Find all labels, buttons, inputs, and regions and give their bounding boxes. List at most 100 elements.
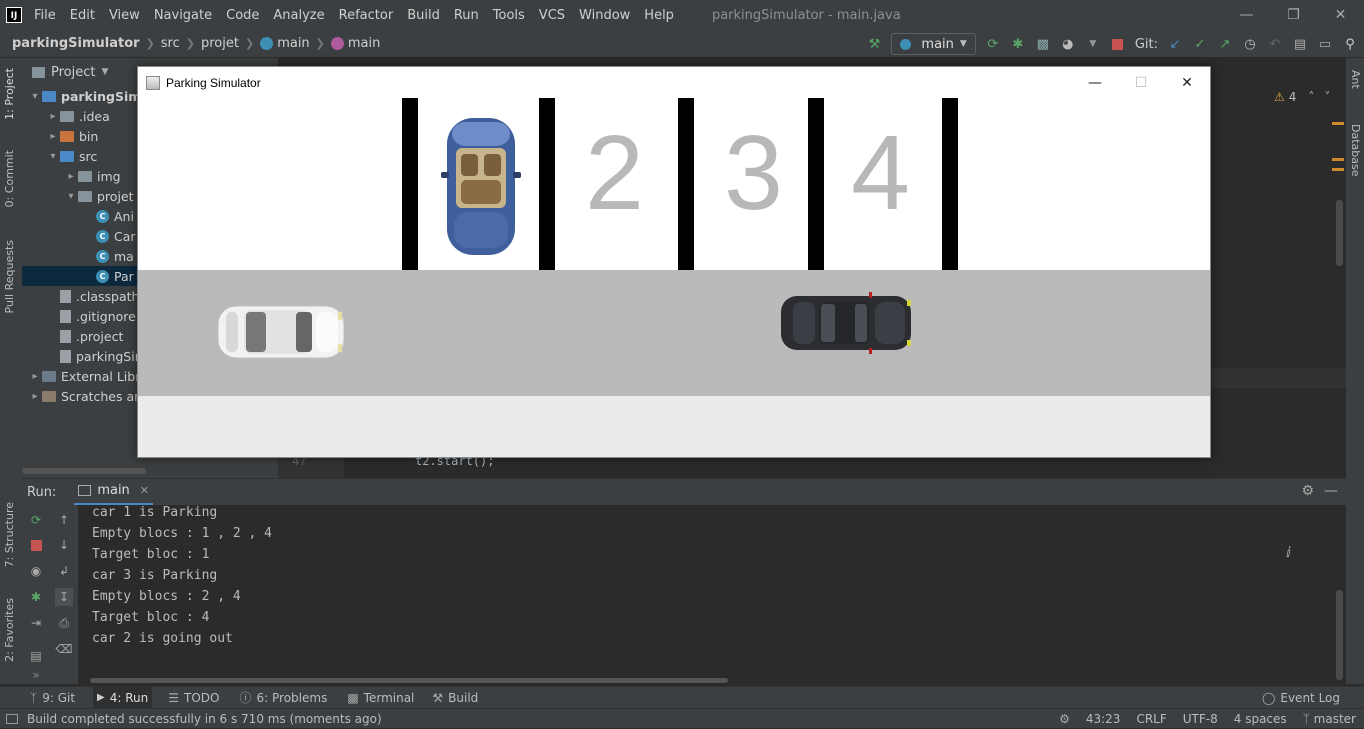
- status-message[interactable]: Build completed successfully in 6 s 710 …: [27, 712, 382, 726]
- chevron-up-icon[interactable]: ˄: [1308, 90, 1314, 104]
- terminal-tool-tab[interactable]: ▩ Terminal: [343, 687, 418, 709]
- minimize-button[interactable]: —: [1223, 0, 1270, 30]
- chevron-down-icon[interactable]: ▼: [101, 67, 108, 77]
- rerun-icon[interactable]: ⟳: [985, 36, 1001, 52]
- pull-requests-tool-tab[interactable]: Pull Requests: [3, 240, 16, 313]
- breadcrumb-project[interactable]: parkingSimulator: [12, 36, 140, 51]
- menu-refactor[interactable]: Refactor: [339, 8, 394, 23]
- menu-file[interactable]: File: [34, 8, 56, 23]
- search-everywhere-icon[interactable]: ⚲: [1342, 36, 1358, 52]
- favorites-tool-tab[interactable]: 2: Favorites: [3, 598, 16, 662]
- breadcrumb-main-class[interactable]: main: [277, 36, 309, 51]
- expand-arrow-icon[interactable]: ▾: [28, 91, 42, 102]
- close-button[interactable]: ✕: [1317, 0, 1364, 30]
- scroll-down-icon[interactable]: ↓: [55, 536, 73, 554]
- file-encoding[interactable]: UTF-8: [1183, 712, 1218, 726]
- collapse-arrow-icon[interactable]: ▸: [28, 391, 42, 402]
- toggle-tool-windows-icon[interactable]: [6, 713, 18, 724]
- expand-arrow-icon[interactable]: ▾: [46, 151, 60, 162]
- more-run-chevron-icon[interactable]: ▼: [1085, 36, 1101, 52]
- layout-icon[interactable]: ▤: [27, 647, 45, 665]
- problems-tool-tab[interactable]: ⓘ 6: Problems: [236, 687, 332, 709]
- stop-icon[interactable]: [27, 536, 45, 554]
- build-hammer-icon[interactable]: ⚒: [866, 36, 882, 52]
- close-tab-icon[interactable]: ✕: [140, 484, 149, 497]
- structure-tool-tab[interactable]: 7: Structure: [3, 502, 16, 567]
- menu-build[interactable]: Build: [407, 8, 440, 23]
- event-log-tool-tab[interactable]: ◯ Event Log: [1258, 687, 1344, 709]
- git-update-icon[interactable]: ↙: [1167, 36, 1183, 52]
- menu-vcs[interactable]: VCS: [539, 8, 565, 23]
- project-structure-icon[interactable]: ▤: [1292, 36, 1308, 52]
- commit-tool-tab[interactable]: 0: Commit: [3, 150, 16, 207]
- sim-minimize-button[interactable]: —: [1072, 67, 1118, 98]
- hide-panel-icon[interactable]: —: [1324, 483, 1338, 499]
- scroll-to-end-icon[interactable]: ↧: [55, 588, 73, 606]
- console-horizontal-scrollbar[interactable]: [90, 678, 728, 683]
- git-branch-name: master: [1313, 712, 1356, 726]
- exit-icon[interactable]: ⇥: [27, 614, 45, 632]
- collapse-arrow-icon[interactable]: ▸: [46, 111, 60, 122]
- chevron-down-icon[interactable]: ˅: [1324, 90, 1330, 104]
- soft-wrap-icon[interactable]: ↲: [55, 562, 73, 580]
- tree-item-label: External Libra: [61, 368, 149, 384]
- project-tool-tab[interactable]: 1: Project: [3, 68, 16, 120]
- breadcrumb-main-method[interactable]: main: [348, 36, 380, 51]
- git-push-icon[interactable]: ↗: [1217, 36, 1233, 52]
- stop-icon[interactable]: [1110, 36, 1126, 52]
- background-tasks-icon[interactable]: ⚙: [1059, 712, 1070, 726]
- more-chevron-icon[interactable]: »: [27, 666, 45, 684]
- menu-analyze[interactable]: Analyze: [273, 8, 324, 23]
- menu-run[interactable]: Run: [454, 8, 479, 23]
- git-branch-widget[interactable]: ᛉ master: [1303, 712, 1356, 726]
- debug-bug-icon[interactable]: ✱: [27, 588, 45, 606]
- database-tool-tab[interactable]: Database: [1349, 124, 1362, 177]
- indent-setting[interactable]: 4 spaces: [1234, 712, 1287, 726]
- collapse-arrow-icon[interactable]: ▸: [46, 131, 60, 142]
- git-commit-icon[interactable]: ✓: [1192, 36, 1208, 52]
- project-panel-title[interactable]: Project: [51, 65, 95, 80]
- menu-edit[interactable]: Edit: [70, 8, 95, 23]
- settings-gear-icon[interactable]: ⚙: [1301, 483, 1314, 499]
- todo-tool-tab[interactable]: ☰ TODO: [164, 687, 223, 709]
- print-icon[interactable]: ⎙: [55, 614, 73, 632]
- run-tab-main[interactable]: main ✕: [74, 479, 154, 506]
- build-tool-tab[interactable]: ⚒ Build: [428, 687, 482, 709]
- coverage-icon[interactable]: ▩: [1035, 36, 1051, 52]
- presentation-mode-icon[interactable]: ▭: [1317, 36, 1333, 52]
- sim-close-button[interactable]: ✕: [1164, 67, 1210, 98]
- debug-icon[interactable]: ✱: [1010, 36, 1026, 52]
- git-tool-tab[interactable]: ᛉ 9: Git: [26, 687, 79, 709]
- menu-view[interactable]: View: [109, 8, 140, 23]
- inspection-widget[interactable]: ⚠ 4 ˄ ˅: [1274, 90, 1330, 104]
- tree-horizontal-scrollbar[interactable]: [22, 468, 146, 474]
- restore-button[interactable]: ❐: [1270, 0, 1317, 30]
- breadcrumb-src[interactable]: src: [161, 36, 180, 51]
- camera-icon[interactable]: ◉: [27, 562, 45, 580]
- menu-navigate[interactable]: Navigate: [154, 8, 212, 23]
- scroll-up-icon[interactable]: ↑: [55, 511, 73, 529]
- expand-arrow-icon[interactable]: ▾: [64, 191, 78, 202]
- collapse-arrow-icon[interactable]: ▸: [28, 371, 42, 382]
- profile-icon[interactable]: ◕: [1060, 36, 1076, 52]
- simulator-title-bar[interactable]: Parking Simulator — ☐ ✕: [138, 67, 1210, 98]
- rollback-icon[interactable]: ↶: [1267, 36, 1283, 52]
- collapse-arrow-icon[interactable]: ▸: [64, 171, 78, 182]
- ant-tool-tab[interactable]: Ant: [1349, 70, 1362, 89]
- rerun-icon[interactable]: ⟳: [27, 511, 45, 529]
- menu-tools[interactable]: Tools: [493, 8, 525, 23]
- menu-help[interactable]: Help: [644, 8, 674, 23]
- console-vertical-scrollbar[interactable]: [1336, 590, 1343, 680]
- menu-code[interactable]: Code: [226, 8, 259, 23]
- sim-maximize-button[interactable]: ☐: [1118, 67, 1164, 98]
- console-icon: [78, 485, 92, 496]
- editor-scrollbar[interactable]: [1336, 200, 1343, 266]
- run-tool-tab[interactable]: ▶ 4: Run: [93, 686, 153, 709]
- line-separator[interactable]: CRLF: [1136, 712, 1166, 726]
- menu-window[interactable]: Window: [579, 8, 630, 23]
- trash-icon[interactable]: ⌫: [55, 640, 73, 658]
- run-configuration-select[interactable]: main ▼: [891, 33, 976, 55]
- caret-position[interactable]: 43:23: [1086, 712, 1121, 726]
- breadcrumb-projet[interactable]: projet: [201, 36, 239, 51]
- history-icon[interactable]: ◷: [1242, 36, 1258, 52]
